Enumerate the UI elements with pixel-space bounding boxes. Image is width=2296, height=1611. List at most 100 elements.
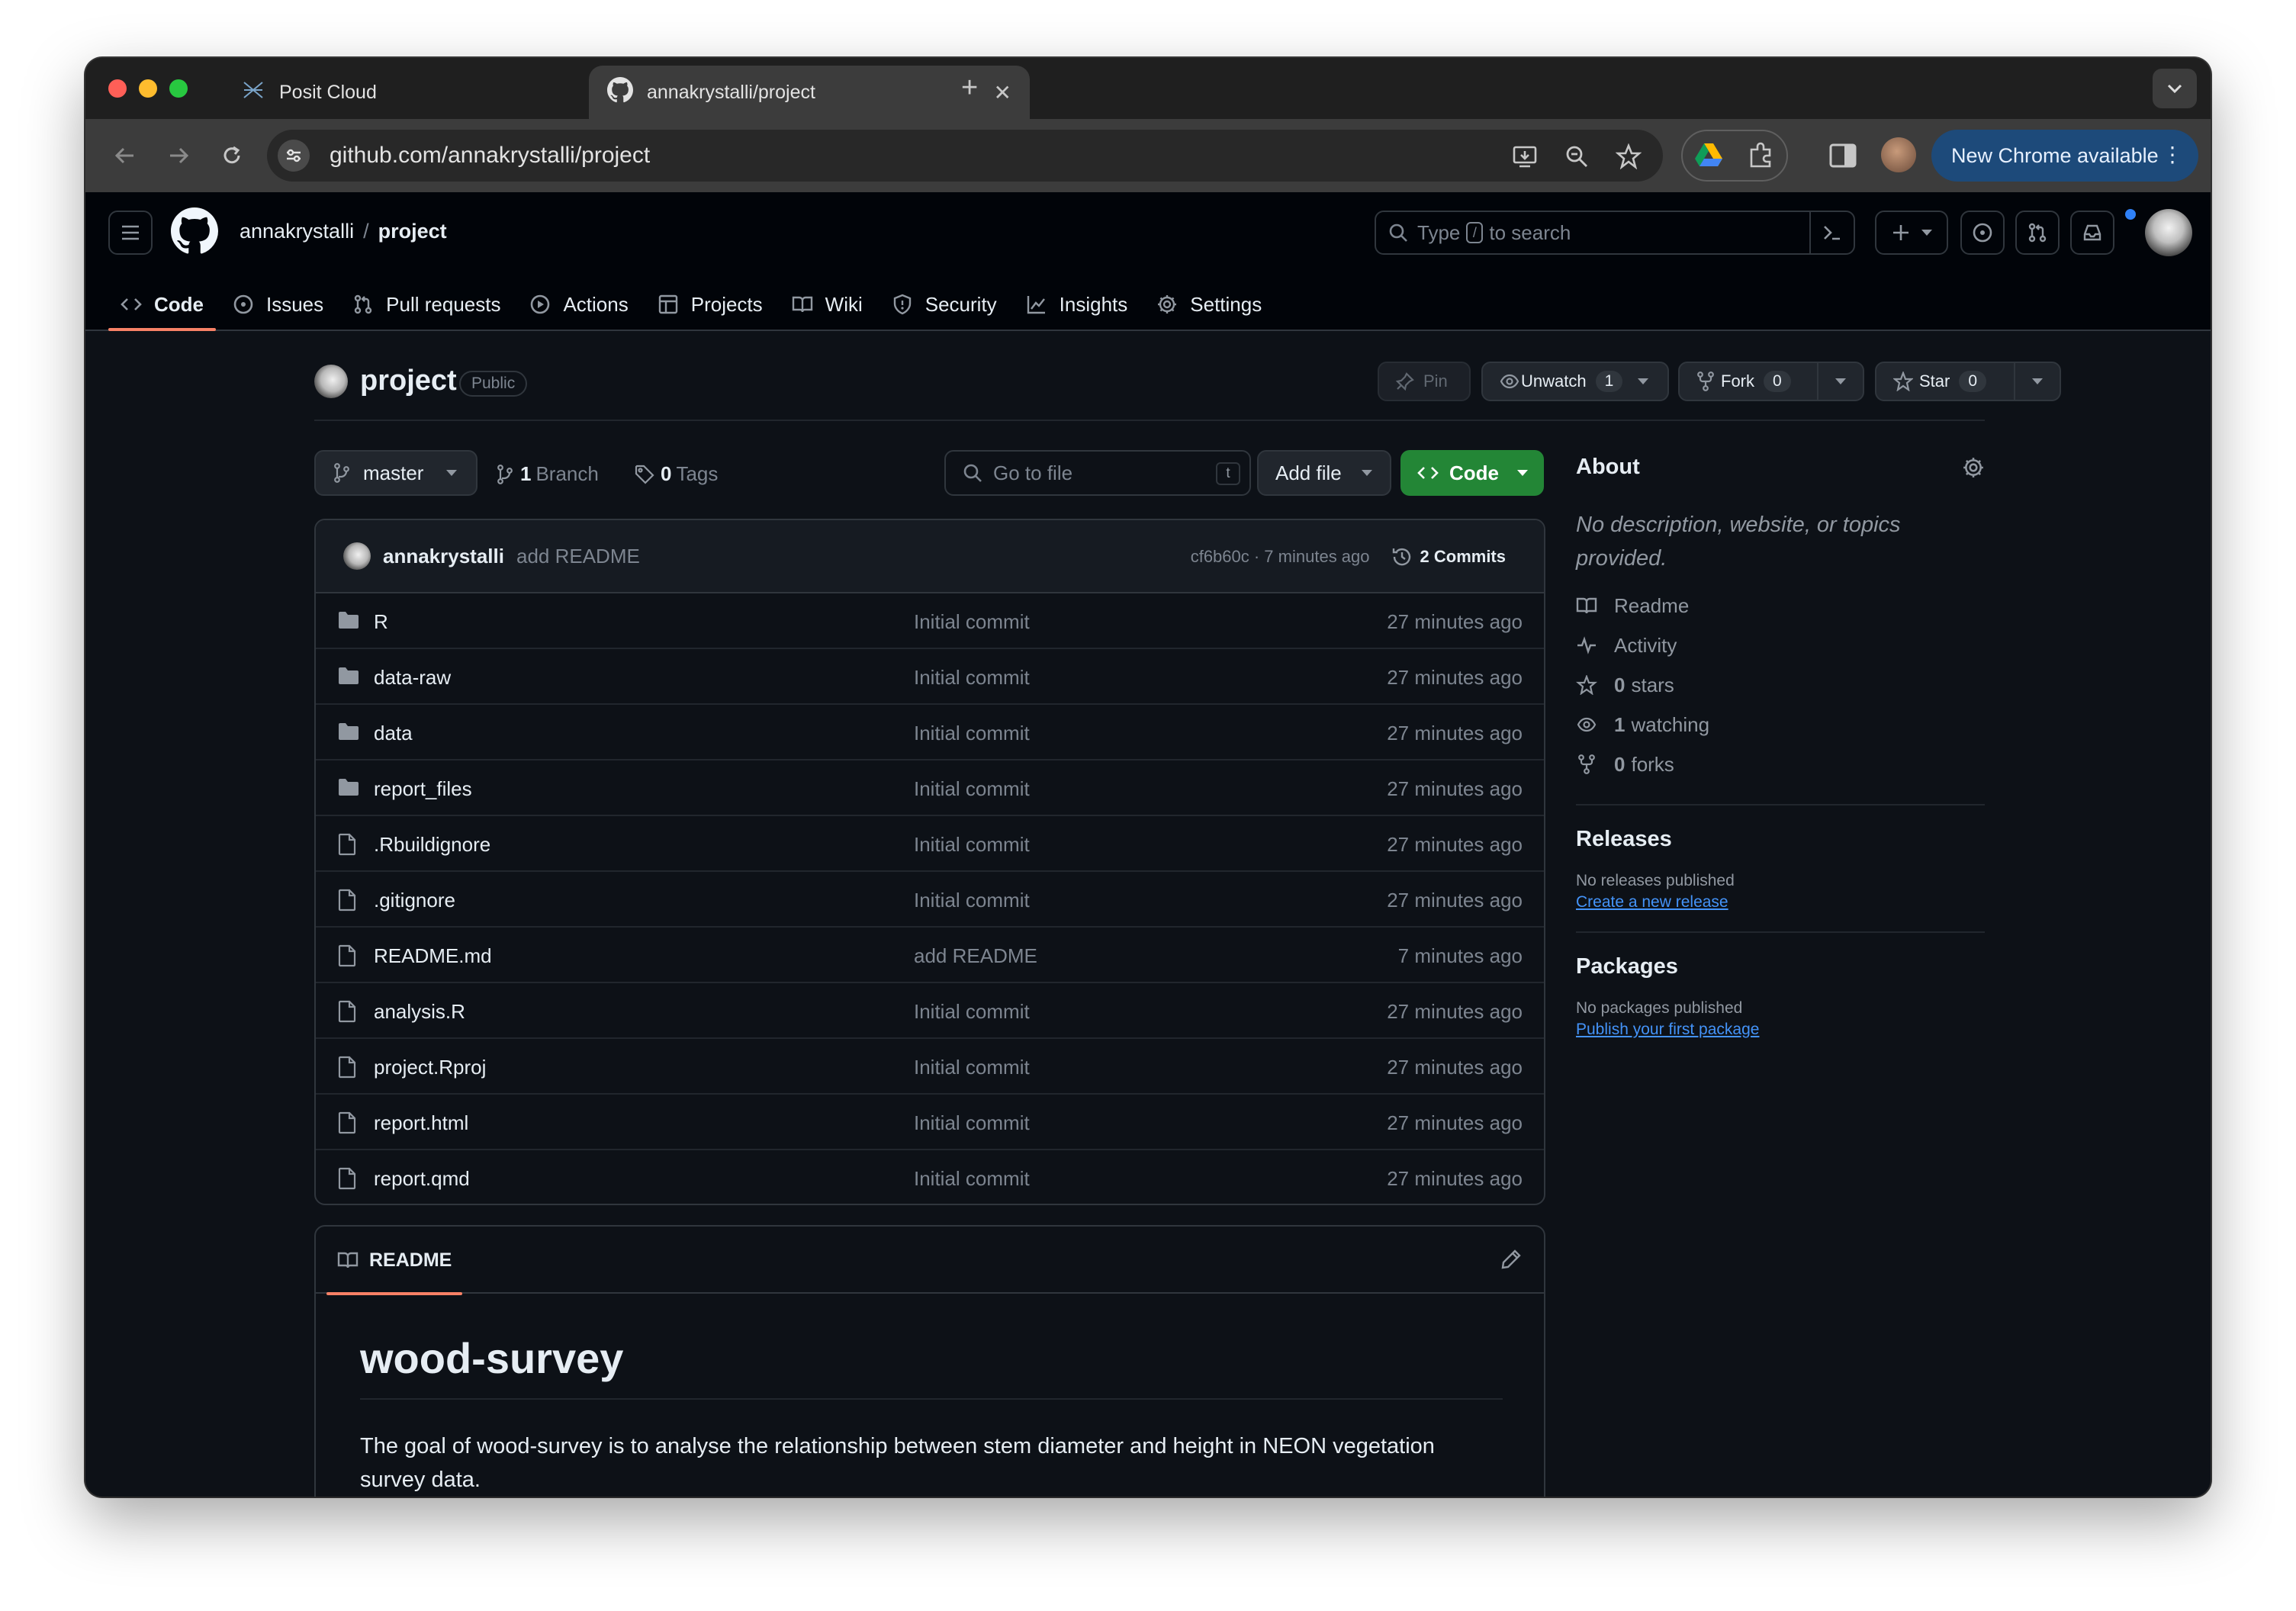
user-avatar[interactable] — [2145, 209, 2192, 256]
tab-pull-requests[interactable]: Pull requests — [340, 278, 513, 331]
tab-actions[interactable]: Actions — [517, 278, 640, 331]
address-bar[interactable]: github.com/annakrystalli/project — [267, 130, 1663, 182]
tab-insights[interactable]: Insights — [1014, 278, 1140, 331]
table-row[interactable]: README.md add README 7 minutes ago — [316, 928, 1544, 983]
unwatch-button[interactable]: Unwatch 1 — [1481, 362, 1669, 401]
chevron-down-icon[interactable] — [1638, 378, 1649, 384]
url-text[interactable]: github.com/annakrystalli/project — [330, 143, 650, 169]
search-input[interactable]: Type / to search — [1375, 211, 1855, 255]
file-name-link[interactable]: project.Rproj — [374, 1056, 486, 1079]
pencil-icon[interactable] — [1500, 1248, 1523, 1271]
breadcrumb-owner[interactable]: annakrystalli — [240, 220, 354, 243]
star-button[interactable]: Star 0 — [1875, 362, 2061, 401]
table-row[interactable]: project.Rproj Initial commit 27 minutes ag… — [316, 1039, 1544, 1095]
file-name-link[interactable]: data — [374, 722, 413, 745]
table-row[interactable]: report.html Initial commit 27 minutes ago — [316, 1095, 1544, 1150]
file-name-link[interactable]: analysis.R — [374, 1000, 465, 1024]
chrome-update-button[interactable]: New Chrome available ⋮ — [1931, 130, 2198, 182]
menu-button[interactable] — [108, 211, 153, 255]
tab-issues[interactable]: Issues — [220, 278, 336, 331]
chevron-down-icon[interactable] — [2032, 378, 2043, 384]
file-name-link[interactable]: data-raw — [374, 666, 451, 690]
file-name-link[interactable]: report.qmd — [374, 1167, 470, 1191]
file-commit-message[interactable]: Initial commit — [914, 777, 1030, 801]
issues-button[interactable] — [1960, 211, 2005, 255]
side-panel-icon[interactable] — [1826, 139, 1860, 172]
stars-link[interactable]: 0 stars — [1576, 665, 1985, 705]
table-row[interactable]: analysis.R Initial commit 27 minutes ago — [316, 983, 1544, 1039]
releases-heading[interactable]: Releases — [1576, 827, 1985, 852]
install-app-icon[interactable] — [1512, 143, 1538, 169]
watching-link[interactable]: 1 watching — [1576, 705, 1985, 744]
publish-package-link[interactable]: Publish your first package — [1576, 1021, 1759, 1039]
file-commit-message[interactable]: Initial commit — [914, 610, 1030, 634]
readme-link[interactable]: Readme — [1576, 586, 1985, 625]
tab-projects[interactable]: Projects — [645, 278, 775, 331]
pull-requests-button[interactable] — [2015, 211, 2060, 255]
table-row[interactable]: data-raw Initial commit 27 minutes ago — [316, 649, 1544, 705]
readme-tab[interactable]: README — [326, 1227, 462, 1295]
google-drive-icon[interactable] — [1695, 142, 1722, 168]
file-name-link[interactable]: .gitignore — [374, 889, 455, 912]
close-tab-icon[interactable]: ✕ — [994, 80, 1011, 105]
code-button[interactable]: Code — [1400, 450, 1544, 496]
forks-link[interactable]: 0 forks — [1576, 744, 1985, 784]
file-commit-message[interactable]: Initial commit — [914, 1167, 1030, 1191]
minimize-window-button[interactable] — [139, 79, 157, 98]
reload-button[interactable] — [212, 136, 252, 175]
close-window-button[interactable] — [108, 79, 127, 98]
activity-link[interactable]: Activity — [1576, 625, 1985, 665]
file-commit-message[interactable]: add README — [914, 944, 1037, 968]
back-button[interactable] — [105, 136, 145, 175]
packages-heading[interactable]: Packages — [1576, 954, 1985, 979]
tab-code[interactable]: Code — [108, 278, 216, 331]
owner-avatar[interactable] — [314, 365, 348, 398]
table-row[interactable]: report_files Initial commit 27 minutes ago — [316, 760, 1544, 816]
forward-button[interactable] — [159, 136, 198, 175]
maximize-window-button[interactable] — [169, 79, 188, 98]
branch-selector[interactable]: master — [314, 450, 478, 496]
chrome-profile-avatar[interactable] — [1881, 137, 1916, 172]
file-name-link[interactable]: R — [374, 610, 388, 634]
commit-author[interactable]: annakrystalli — [383, 545, 504, 568]
tab-settings[interactable]: Settings — [1144, 278, 1274, 331]
file-commit-message[interactable]: Initial commit — [914, 722, 1030, 745]
extensions-puzzle-icon[interactable] — [1747, 142, 1774, 169]
file-name-link[interactable]: report.html — [374, 1111, 468, 1135]
gear-icon[interactable] — [1962, 456, 1985, 479]
github-logo-icon[interactable] — [171, 207, 218, 255]
create-new-button[interactable] — [1875, 211, 1948, 255]
repo-name[interactable]: project — [360, 365, 457, 397]
zoom-icon[interactable] — [1564, 143, 1590, 169]
file-name-link[interactable]: README.md — [374, 944, 492, 968]
tags-link[interactable]: 0 Tags — [635, 462, 718, 486]
tab-wiki[interactable]: Wiki — [780, 278, 875, 331]
commit-hash-time[interactable]: cf6b60c · 7 minutes ago — [1191, 547, 1370, 567]
file-commit-message[interactable]: Initial commit — [914, 1111, 1030, 1135]
add-file-button[interactable]: Add file — [1257, 450, 1391, 496]
commit-author-avatar[interactable] — [343, 542, 371, 570]
table-row[interactable]: data Initial commit 27 minutes ago — [316, 705, 1544, 760]
table-row[interactable]: .Rbuildignore Initial commit 27 minutes ag… — [316, 816, 1544, 872]
commits-link[interactable]: 2 Commits — [1420, 547, 1506, 567]
pin-button[interactable]: Pin — [1378, 362, 1471, 401]
table-row[interactable]: R Initial commit 27 minutes ago — [316, 593, 1544, 649]
file-commit-message[interactable]: Initial commit — [914, 1056, 1030, 1079]
chevron-down-icon[interactable] — [1835, 378, 1846, 384]
new-tab-button[interactable]: + — [961, 73, 978, 102]
table-row[interactable]: .gitignore Initial commit 27 minutes ago — [316, 872, 1544, 928]
fork-button[interactable]: Fork 0 — [1678, 362, 1864, 401]
file-name-link[interactable]: .Rbuildignore — [374, 833, 490, 857]
commit-message[interactable]: add README — [516, 545, 640, 568]
file-name-link[interactable]: report_files — [374, 777, 472, 801]
more-vertical-icon[interactable]: ⋮ — [2162, 142, 2183, 167]
create-release-link[interactable]: Create a new release — [1576, 893, 1728, 912]
table-row[interactable]: report.qmd Initial commit 27 minutes ago — [316, 1150, 1544, 1204]
bookmark-star-icon[interactable] — [1616, 143, 1642, 169]
site-info-icon[interactable] — [278, 140, 310, 172]
go-to-file-input[interactable]: Go to file t — [944, 450, 1251, 496]
file-commit-message[interactable]: Initial commit — [914, 1000, 1030, 1024]
file-commit-message[interactable]: Initial commit — [914, 889, 1030, 912]
breadcrumb-repo[interactable]: project — [378, 220, 447, 243]
file-commit-message[interactable]: Initial commit — [914, 666, 1030, 690]
